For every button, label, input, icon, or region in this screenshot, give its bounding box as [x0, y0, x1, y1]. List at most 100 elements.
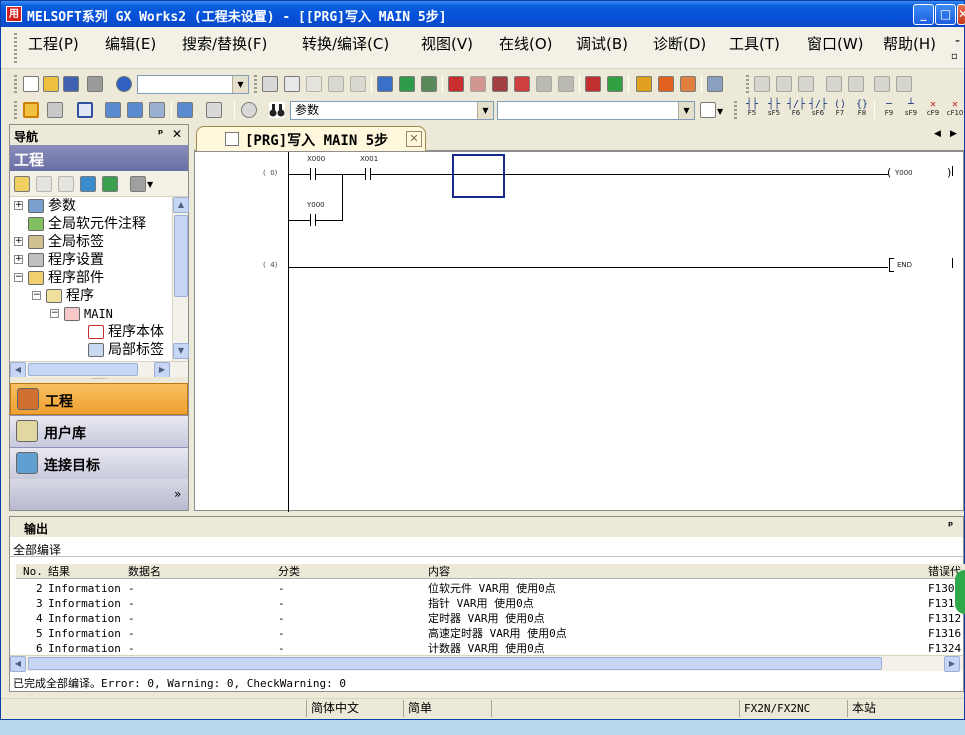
maximize-icon[interactable]: □ — [935, 4, 956, 25]
sf6-contact-button[interactable]: ┤/├ sF6 — [807, 100, 829, 122]
device-test-icon[interactable] — [585, 76, 601, 92]
copy-data-icon[interactable] — [36, 176, 52, 192]
sf9-line-button[interactable]: ┴ sF9 — [900, 100, 922, 122]
zoom-icon[interactable] — [206, 102, 222, 118]
tree-horizontal-scrollbar[interactable]: ◀ ▶ — [10, 361, 188, 378]
contact-x001[interactable] — [365, 168, 366, 180]
scroll-right-icon[interactable]: ▶ — [154, 362, 170, 378]
device-monitor-icon[interactable] — [492, 76, 508, 92]
column-header[interactable]: 内容 — [428, 564, 450, 579]
menu-view[interactable]: 视图(V) — [421, 33, 473, 54]
read-plc-icon[interactable] — [399, 76, 415, 92]
scroll-thumb[interactable] — [28, 363, 138, 376]
navigation-window-icon[interactable] — [23, 102, 39, 118]
collapse-icon[interactable]: − — [50, 309, 59, 318]
monitor-start-icon[interactable] — [448, 76, 464, 92]
ladder-editor[interactable]: ( 0) ( 4) X000 X001 ( Y000 ) Y000 END — [194, 151, 964, 512]
copy-icon[interactable] — [284, 76, 300, 92]
menu-window[interactable]: 窗口(W) — [807, 33, 864, 54]
monitor-all-icon[interactable] — [558, 76, 574, 92]
search-options-icon[interactable] — [700, 102, 716, 118]
monitor-stop-icon[interactable] — [470, 76, 486, 92]
paste-icon[interactable] — [306, 76, 322, 92]
tree-filter-icon[interactable] — [130, 176, 146, 192]
cut-icon[interactable] — [262, 76, 278, 92]
contact-y000[interactable] — [310, 214, 311, 226]
chevron-down-icon[interactable]: ▼ — [678, 102, 694, 119]
redo-icon[interactable] — [350, 76, 366, 92]
f5-contact-button[interactable]: ┤├ F5 — [741, 100, 763, 122]
dev-test-icon[interactable] — [607, 76, 623, 92]
ladder-cursor[interactable] — [452, 154, 505, 198]
table-row[interactable]: 6 Information - - 计数器 VAR用 使用0点 F1324 — [16, 641, 965, 656]
monitor-mode-icon[interactable] — [536, 76, 552, 92]
find-help-icon[interactable] — [241, 102, 257, 118]
coil-symbol[interactable]: ( — [887, 166, 891, 179]
f7-coil-button[interactable]: () F7 — [829, 100, 851, 122]
online-edit-icon[interactable] — [636, 76, 652, 92]
ladder-line-delete-icon[interactable] — [848, 76, 864, 92]
toolbar-grip-2[interactable] — [254, 75, 257, 93]
ladder-edit-icon[interactable] — [754, 76, 770, 92]
search-combo[interactable]: 参数 ▼ — [290, 101, 494, 120]
title-bar[interactable]: 用 MELSOFT系列 GX Works2 (工程未设置) - [[PRG]写入… — [1, 1, 965, 27]
ladder-delete-icon[interactable] — [798, 76, 814, 92]
paste-data-icon[interactable] — [58, 176, 74, 192]
toolbar-grip-3[interactable] — [746, 75, 749, 93]
ladder-zoom-icon[interactable] — [874, 76, 890, 92]
cf9-delete-button[interactable]: ✕ cF9 — [922, 100, 944, 122]
online-write-icon[interactable] — [658, 76, 674, 92]
device-batch-icon[interactable] — [377, 76, 393, 92]
minimize-icon[interactable]: _ — [913, 4, 934, 25]
menu-convert-compile[interactable]: 转换/编译(C) — [302, 33, 389, 54]
menu-online[interactable]: 在线(O) — [499, 33, 553, 54]
close-icon[interactable]: ✕ — [172, 127, 182, 141]
toolbar-grip-4[interactable] — [14, 101, 17, 119]
scroll-up-icon[interactable]: ▲ — [173, 197, 189, 213]
chevron-down-icon[interactable]: ▼ — [477, 102, 493, 119]
monitor-write-icon[interactable] — [514, 76, 530, 92]
expand-icon[interactable]: + — [14, 201, 23, 210]
scroll-thumb[interactable] — [28, 657, 882, 670]
table-row[interactable]: 4 Information - - 定时器 VAR用 使用0点 F1312 — [16, 611, 965, 626]
nav-button-project[interactable]: 工程 — [10, 383, 188, 415]
menu-project[interactable]: 工程(P) — [28, 33, 79, 54]
cf10-delete-button[interactable]: ✕ cF10 — [944, 100, 965, 122]
table-row[interactable]: 3 Information - - 指针 VAR用 使用0点 F1310 — [16, 596, 965, 611]
tab-prg-main[interactable]: [PRG]写入 MAIN 5步 ✕ — [196, 126, 426, 151]
chevron-down-icon[interactable]: ▼ — [147, 180, 153, 189]
search-target-combo[interactable]: ▼ — [497, 101, 695, 120]
column-header[interactable]: 分类 — [278, 564, 300, 579]
new-data-icon[interactable] — [14, 176, 30, 192]
tree-vertical-scrollbar[interactable]: ▲ ▼ — [172, 197, 189, 361]
save-icon[interactable] — [63, 76, 79, 92]
toolbar-grip-5[interactable] — [734, 101, 737, 119]
open-folder-icon[interactable] — [43, 76, 59, 92]
collapse-icon[interactable]: − — [14, 273, 23, 282]
sf5-contact-button[interactable]: ┤├ sF5 — [763, 100, 785, 122]
pin-icon[interactable]: ᵖ — [948, 519, 953, 532]
ladder-comment-icon[interactable] — [896, 76, 912, 92]
tab-scroll-right-icon[interactable]: ▶ — [950, 129, 957, 139]
more-buttons-icon[interactable]: » — [174, 487, 181, 501]
tab-scroll-left-icon[interactable]: ◀ — [934, 129, 941, 139]
ladder-insert-icon[interactable] — [776, 76, 792, 92]
menu-edit[interactable]: 编辑(E) — [105, 33, 156, 54]
help-icon[interactable] — [116, 76, 132, 92]
nav-button-user-library[interactable]: 用户库 — [10, 415, 188, 447]
scroll-left-icon[interactable]: ◀ — [10, 656, 26, 672]
scroll-down-icon[interactable]: ▼ — [173, 343, 189, 359]
toolbar-combo[interactable]: ▼ — [137, 75, 249, 94]
scroll-left-icon[interactable]: ◀ — [10, 362, 26, 378]
mdi-restore-icon[interactable]: ▫ — [951, 51, 958, 62]
f8-instruction-button[interactable]: {} F8 — [851, 100, 873, 122]
contact-x000[interactable] — [310, 168, 311, 180]
close-icon[interactable]: ✕ — [957, 4, 965, 25]
property-icon[interactable] — [80, 176, 96, 192]
dev-list-icon[interactable] — [127, 102, 143, 118]
menu-diagnostics[interactable]: 诊断(D) — [653, 33, 706, 54]
output-window-icon[interactable] — [77, 102, 93, 118]
gxworks-app-icon[interactable]: 用 — [6, 6, 22, 22]
parts-selection-icon[interactable] — [47, 102, 63, 118]
menu-grip[interactable] — [14, 33, 17, 63]
